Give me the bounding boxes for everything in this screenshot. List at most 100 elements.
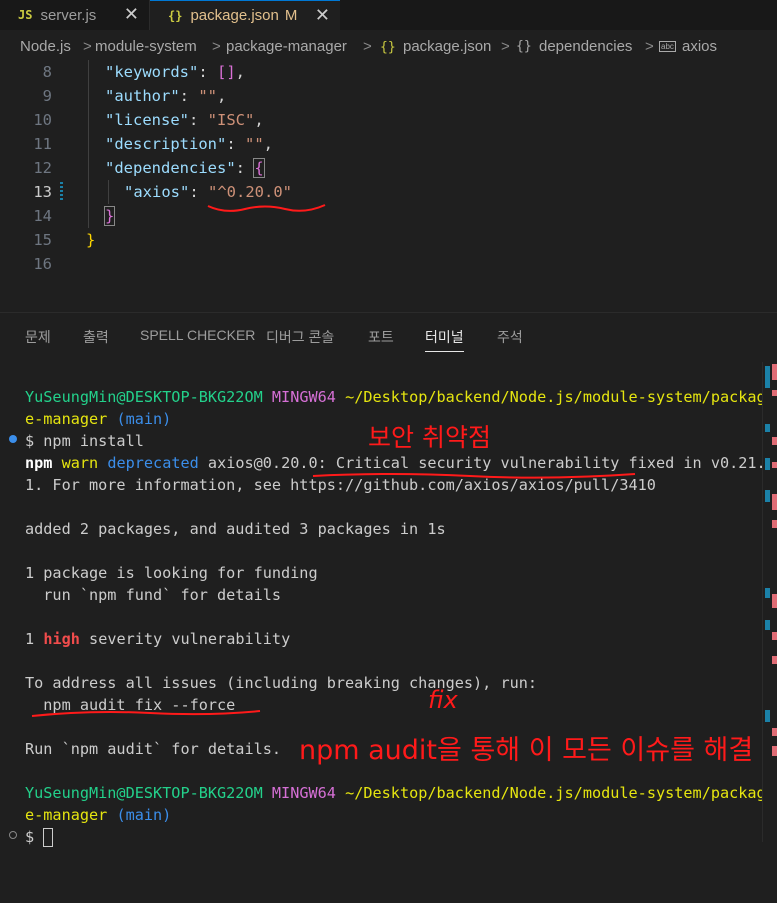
json-value: [] bbox=[217, 63, 236, 81]
breadcrumb: Node.js > module-system > package-manage… bbox=[0, 38, 777, 60]
scroll-mark bbox=[765, 424, 770, 432]
json-colon: : bbox=[235, 159, 255, 177]
chevron-right-icon: > bbox=[501, 38, 510, 55]
json-colon: : bbox=[179, 87, 199, 105]
chevron-right-icon: > bbox=[363, 38, 372, 55]
tab-package-json[interactable]: {} package.json M ✕ bbox=[150, 0, 340, 30]
terminal-prompt-line: YuSeungMin@DESKTOP-BKG22OM MINGW64 ~/Des… bbox=[25, 782, 766, 804]
chevron-right-icon: > bbox=[83, 38, 92, 55]
annotation-underline bbox=[312, 473, 636, 479]
tab-comments[interactable]: 주석 bbox=[497, 327, 523, 347]
command-decoration-icon[interactable] bbox=[9, 435, 17, 443]
breadcrumb-item[interactable]: module-system bbox=[95, 38, 197, 55]
command-decoration-icon[interactable] bbox=[9, 831, 17, 839]
json-value: "" bbox=[198, 87, 217, 105]
line-number: 11 bbox=[33, 135, 52, 153]
code-line: 16 bbox=[0, 252, 777, 276]
tab-output[interactable]: 출력 bbox=[83, 327, 109, 347]
code-line: 15 } bbox=[0, 228, 777, 252]
terminal-prompt-line: YuSeungMin@DESKTOP-BKG22OM MINGW64 ~/Des… bbox=[25, 386, 766, 408]
scroll-mark bbox=[772, 594, 777, 608]
prompt-user: YuSeungMin@DESKTOP-BKG22OM bbox=[25, 388, 263, 406]
deprecated-label: deprecated bbox=[107, 454, 199, 472]
annotation-fix: fix bbox=[428, 686, 458, 714]
scroll-mark bbox=[772, 728, 777, 736]
tab-problems[interactable]: 문제 bbox=[25, 327, 51, 347]
terminal-line: run `npm fund` for details bbox=[25, 586, 282, 604]
tab-terminal[interactable]: 터미널 bbox=[425, 327, 464, 352]
terminal-prompt-line: e-manager (main) bbox=[25, 804, 171, 826]
code-editor[interactable]: 8 "keywords": [], 9 "author": "", 10 "li… bbox=[0, 60, 777, 310]
breadcrumb-item[interactable]: package-manager bbox=[226, 38, 347, 55]
scroll-mark bbox=[772, 364, 777, 380]
close-icon[interactable]: ✕ bbox=[315, 5, 330, 26]
scroll-mark bbox=[772, 494, 777, 510]
json-comma: , bbox=[217, 87, 227, 105]
terminal-scrollbar[interactable] bbox=[762, 362, 777, 842]
vuln-count: 1 bbox=[25, 630, 35, 648]
json-key: "license" bbox=[105, 111, 189, 129]
prompt-branch: (main) bbox=[116, 410, 172, 428]
tab-spell-checker[interactable]: SPELL CHECKER bbox=[140, 327, 255, 343]
annotation-underline bbox=[207, 204, 326, 212]
tab-server-js[interactable]: JS server.js ✕ bbox=[0, 0, 150, 30]
json-key: "dependencies" bbox=[105, 159, 236, 177]
breadcrumb-item[interactable]: package.json bbox=[403, 38, 491, 55]
object-icon: {} bbox=[516, 39, 532, 54]
json-colon: : bbox=[226, 135, 245, 153]
terminal-line: Run `npm audit` for details. bbox=[25, 740, 282, 758]
tab-ports[interactable]: 포트 bbox=[368, 327, 394, 347]
vuln-level: high bbox=[43, 630, 80, 648]
annotation-underline bbox=[31, 710, 261, 717]
line-number: 14 bbox=[33, 207, 52, 225]
json-value: "ISC" bbox=[207, 111, 255, 129]
line-number: 12 bbox=[33, 159, 52, 177]
line-number: 10 bbox=[33, 111, 52, 129]
terminal-prompt-line: e-manager (main) bbox=[25, 408, 171, 430]
line-number: 9 bbox=[42, 87, 52, 105]
line-number: 15 bbox=[33, 231, 52, 249]
breadcrumb-item[interactable]: Node.js bbox=[20, 38, 71, 55]
terminal-command: $ npm install bbox=[25, 432, 144, 450]
json-file-icon: {} bbox=[380, 40, 396, 55]
annotation-security: 보안 취약점 bbox=[368, 423, 491, 452]
scroll-mark bbox=[765, 588, 770, 598]
scroll-mark bbox=[765, 366, 770, 388]
tab-label: server.js bbox=[40, 6, 97, 24]
code-line: 10 "license": "ISC", bbox=[0, 108, 777, 132]
terminal-input-line[interactable]: $ bbox=[25, 826, 54, 848]
panel-tab-bar: 문제 출력 SPELL CHECKER 디버그 콘솔 포트 터미널 주석 bbox=[0, 322, 777, 352]
chevron-right-icon: > bbox=[212, 38, 221, 55]
scroll-mark bbox=[772, 656, 777, 664]
terminal-line: To address all issues (including breakin… bbox=[25, 674, 538, 692]
line-number: 8 bbox=[42, 63, 52, 81]
json-colon: : bbox=[198, 63, 217, 81]
breadcrumb-item[interactable]: axios bbox=[682, 38, 717, 55]
line-number: 13 bbox=[33, 183, 52, 201]
json-comma: , bbox=[263, 135, 274, 153]
chevron-right-icon: > bbox=[645, 38, 654, 55]
warn-label: warn bbox=[61, 454, 99, 472]
prompt-user: YuSeungMin@DESKTOP-BKG22OM bbox=[25, 784, 263, 802]
prompt-path: ~/Desktop/backend/Node.js/module-system/… bbox=[345, 784, 766, 802]
json-key: "author" bbox=[105, 87, 180, 105]
close-icon[interactable]: ✕ bbox=[124, 4, 139, 25]
scroll-mark bbox=[772, 462, 777, 468]
modified-indicator: M bbox=[284, 7, 298, 24]
prompt-symbol: $ bbox=[25, 828, 44, 846]
tab-debug-console[interactable]: 디버그 콘솔 bbox=[266, 327, 334, 347]
scroll-mark bbox=[772, 632, 777, 640]
prompt-path: e-manager bbox=[25, 410, 108, 428]
prompt-shell: MINGW64 bbox=[271, 784, 336, 802]
json-colon: : bbox=[189, 111, 208, 129]
breadcrumb-item[interactable]: dependencies bbox=[539, 38, 632, 55]
code-line: 9 "author": "", bbox=[0, 84, 777, 108]
json-comma: , bbox=[254, 111, 264, 129]
scroll-mark bbox=[772, 437, 777, 445]
code-line: 8 "keywords": [], bbox=[0, 60, 777, 84]
prompt-path: e-manager bbox=[25, 806, 108, 824]
prompt-path: ~/Desktop/backend/Node.js/module-system/… bbox=[345, 388, 766, 406]
annotation-resolve: npm audit을 통해 이 모든 이슈를 해결 bbox=[299, 735, 754, 766]
json-brace: } bbox=[86, 231, 96, 249]
scroll-mark bbox=[772, 746, 777, 756]
